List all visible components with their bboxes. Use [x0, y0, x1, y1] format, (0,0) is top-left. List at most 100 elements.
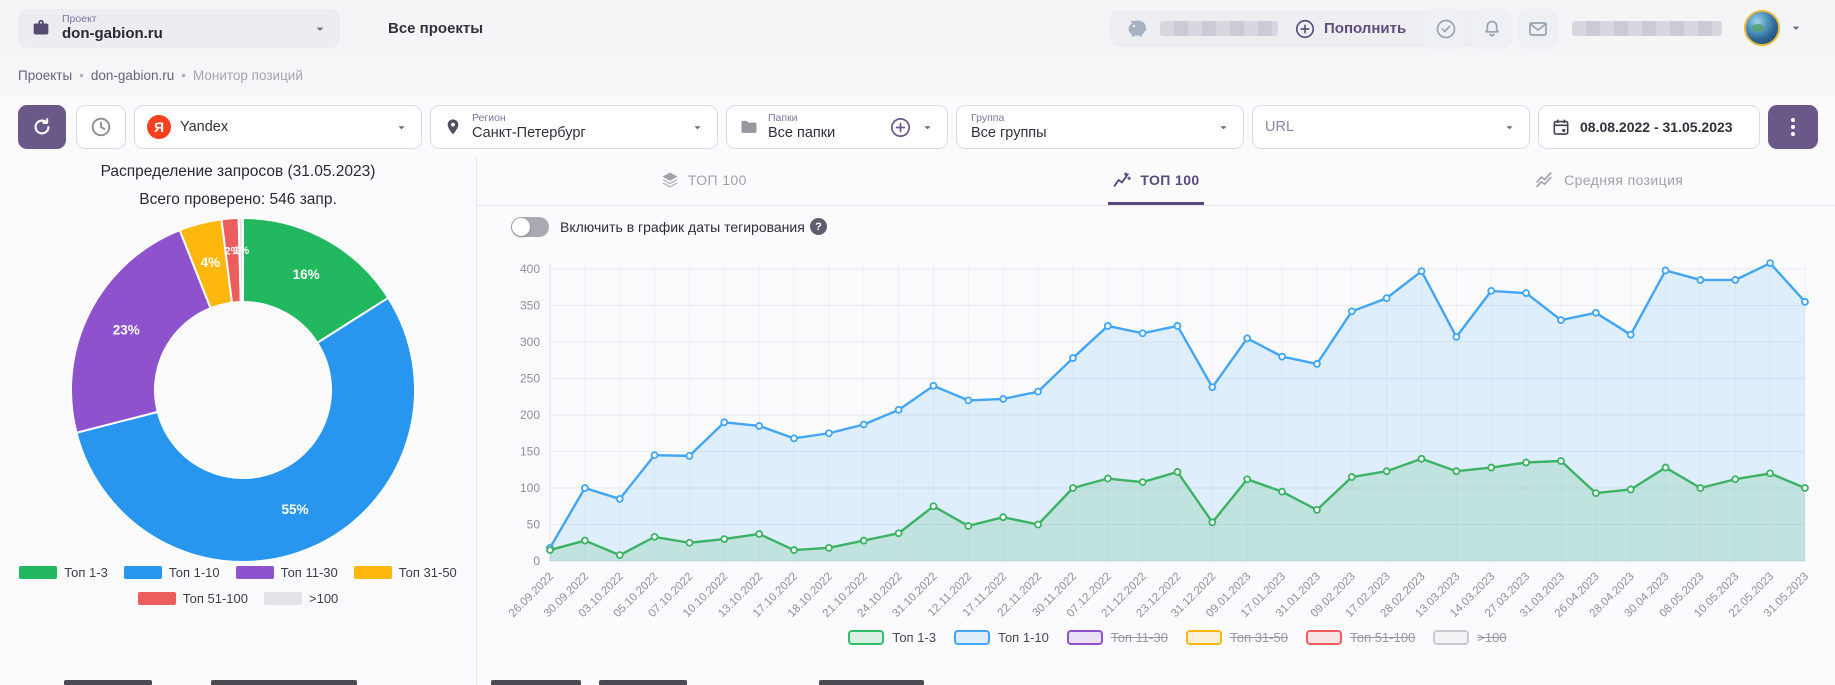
legend-label: Топ 1-3 — [892, 630, 936, 645]
svg-text:4%: 4% — [201, 255, 221, 270]
breadcrumb-current: Монитор позиций — [193, 68, 303, 83]
balance-area[interactable]: Пополнить — [1110, 10, 1480, 47]
svg-text:350: 350 — [520, 299, 540, 313]
chevron-down-icon — [1502, 120, 1517, 135]
legend-label: Топ 31-50 — [1230, 630, 1288, 645]
chevron-down-icon — [312, 21, 328, 37]
legend-swatch — [354, 566, 392, 579]
piggy-bank-icon — [1124, 16, 1150, 42]
donut-legend-item[interactable]: Топ 11-30 — [236, 565, 338, 580]
more-options-button[interactable] — [1768, 105, 1818, 149]
legend-swatch — [264, 592, 302, 605]
svg-text:23%: 23% — [113, 323, 140, 338]
chevron-down-icon — [1216, 120, 1231, 135]
folders-label: Папки — [768, 112, 835, 124]
distribution-donut-chart: 16%55%23%4%2%1% — [63, 210, 423, 570]
cutoff-table-edge — [211, 680, 357, 685]
chart-legend-item-off[interactable]: >100 — [1433, 630, 1506, 645]
top-bar: Проект don-gabion.ru Все проекты Пополни… — [0, 0, 1835, 58]
legend-label: >100 — [1477, 630, 1506, 645]
legend-label: Топ 1-10 — [998, 630, 1049, 645]
group-value: Все группы — [971, 125, 1047, 141]
svg-text:100: 100 — [520, 481, 540, 495]
legend-swatch — [848, 630, 884, 645]
svg-text:1%: 1% — [233, 245, 249, 257]
layers-icon — [660, 170, 680, 190]
tab-0-inactive[interactable]: ТОП 100 — [477, 158, 930, 205]
breadcrumb-bar: Проекты•don-gabion.ru•Монитор позиций — [0, 57, 1835, 96]
briefcase-icon — [30, 18, 52, 40]
username-blurred — [1572, 21, 1722, 36]
chevron-down-icon[interactable] — [1788, 20, 1804, 36]
mail-icon — [1526, 17, 1550, 41]
cutoff-table-edge — [64, 680, 152, 685]
chevron-down-icon — [690, 120, 705, 135]
chart-legend-item-off[interactable]: Топ 31-50 — [1186, 630, 1288, 645]
all-projects-link[interactable]: Все проекты — [388, 20, 483, 37]
calendar-icon — [1551, 117, 1571, 137]
chart-legend-item-on[interactable]: Топ 1-10 — [954, 630, 1049, 645]
distribution-subtitle: Всего проверено: 546 запр. — [0, 191, 476, 209]
clock-icon — [89, 115, 113, 139]
donut-legend-item[interactable]: Топ 1-10 — [124, 565, 220, 580]
svg-text:50: 50 — [527, 518, 541, 532]
date-range-picker[interactable]: 08.08.2022 - 31.05.2023 — [1538, 105, 1760, 149]
avatar[interactable] — [1744, 10, 1780, 46]
line-chart-icon — [1112, 170, 1132, 190]
legend-label: Топ 1-3 — [64, 565, 108, 580]
tab-label: Средняя позиция — [1564, 172, 1683, 188]
kebab-menu-icon — [1791, 118, 1795, 136]
tab-label: ТОП 100 — [688, 172, 747, 188]
tagging-dates-toggle[interactable] — [511, 217, 549, 237]
refresh-button[interactable] — [18, 105, 66, 149]
breadcrumb-project[interactable]: don-gabion.ru — [91, 68, 174, 83]
legend-swatch — [236, 566, 274, 579]
legend-label: Топ 51-100 — [1350, 630, 1415, 645]
legend-swatch — [1186, 630, 1222, 645]
mail-button[interactable] — [1518, 9, 1558, 49]
tagging-dates-toggle-label: Включить в график даты тегирования — [560, 219, 805, 235]
group-label: Группа — [971, 112, 1047, 124]
tasks-button[interactable] — [1426, 9, 1466, 49]
group-select[interactable]: Группа Все группы — [956, 105, 1244, 149]
add-folder-button[interactable] — [889, 116, 912, 139]
folder-icon — [739, 117, 759, 137]
donut-legend-item[interactable]: Топ 31-50 — [354, 565, 457, 580]
chart-legend-item-on[interactable]: Топ 1-3 — [848, 630, 936, 645]
project-value: don-gabion.ru — [62, 25, 163, 42]
notifications-button[interactable] — [1472, 9, 1512, 49]
region-select[interactable]: Регион Санкт-Петербург — [430, 105, 718, 149]
tab-2-inactive[interactable]: Средняя позиция — [1382, 158, 1835, 205]
donut-legend-item[interactable]: >100 — [264, 591, 338, 606]
svg-text:16%: 16% — [293, 267, 320, 282]
help-icon[interactable]: ? — [810, 218, 827, 235]
chevron-down-icon — [394, 120, 409, 135]
legend-swatch — [1306, 630, 1342, 645]
folders-value: Все папки — [768, 125, 835, 141]
search-engine-value: Yandex — [180, 119, 228, 135]
project-label: Проект — [62, 14, 163, 26]
legend-label: Топ 11-30 — [281, 565, 338, 580]
tab-label: ТОП 100 — [1140, 172, 1199, 188]
donut-legend-item[interactable]: Топ 1-3 — [19, 565, 108, 580]
svg-text:200: 200 — [520, 408, 540, 422]
legend-label: Топ 1-10 — [169, 565, 220, 580]
project-selector[interactable]: Проект don-gabion.ru — [18, 9, 340, 48]
folders-select[interactable]: Папки Все папки — [726, 105, 948, 149]
cutoff-table-edge — [819, 680, 924, 685]
svg-text:55%: 55% — [282, 502, 309, 517]
refresh-icon — [31, 116, 53, 138]
topup-button[interactable]: Пополнить — [1324, 20, 1406, 37]
donut-legend-item[interactable]: Топ 51-100 — [138, 591, 248, 606]
check-circle-icon — [1434, 17, 1458, 41]
chart-legend-item-off[interactable]: Топ 11-30 — [1067, 630, 1168, 645]
chart-legend-item-off[interactable]: Топ 51-100 — [1306, 630, 1415, 645]
url-select[interactable]: URL — [1252, 105, 1530, 149]
cutoff-table-edge — [491, 680, 581, 685]
history-button[interactable] — [76, 105, 126, 149]
search-engine-select[interactable]: Я Yandex — [134, 105, 422, 149]
legend-label: >100 — [309, 591, 338, 606]
breadcrumb-projects[interactable]: Проекты — [18, 68, 72, 83]
legend-swatch — [1067, 630, 1103, 645]
tab-1-active[interactable]: ТОП 100 — [930, 158, 1383, 205]
